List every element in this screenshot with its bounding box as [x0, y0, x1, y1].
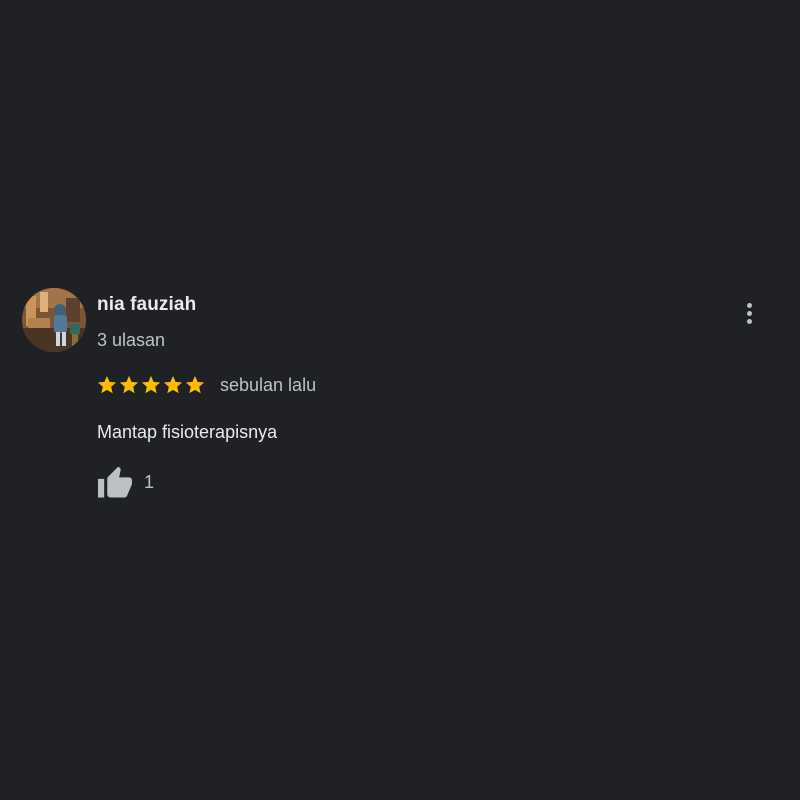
star-icon	[185, 375, 205, 394]
more-vert-icon-dot	[746, 318, 752, 324]
thumb-up-icon	[98, 466, 132, 498]
star-icon	[119, 375, 139, 394]
avatar-photo	[22, 288, 86, 352]
rating-row: sebulan lalu	[96, 374, 316, 396]
more-vert-icon-dot	[746, 302, 752, 308]
star-icon	[97, 375, 117, 394]
star-icon	[163, 375, 183, 394]
more-options-button[interactable]	[738, 298, 760, 328]
star-rating	[96, 374, 206, 396]
review-time: sebulan lalu	[220, 374, 317, 395]
reviewer-review-count: 3 ulasan	[97, 330, 166, 350]
like-row: 1	[96, 464, 154, 500]
more-vert-icon-dot	[746, 310, 752, 316]
reviewer-name[interactable]: nia fauziah	[97, 294, 196, 316]
like-count: 1	[144, 471, 155, 492]
star-icon	[141, 375, 161, 394]
review-text: Mantap fisioterapisnya	[97, 422, 278, 442]
like-button[interactable]	[96, 464, 134, 500]
reviewer-avatar[interactable]	[22, 288, 86, 352]
